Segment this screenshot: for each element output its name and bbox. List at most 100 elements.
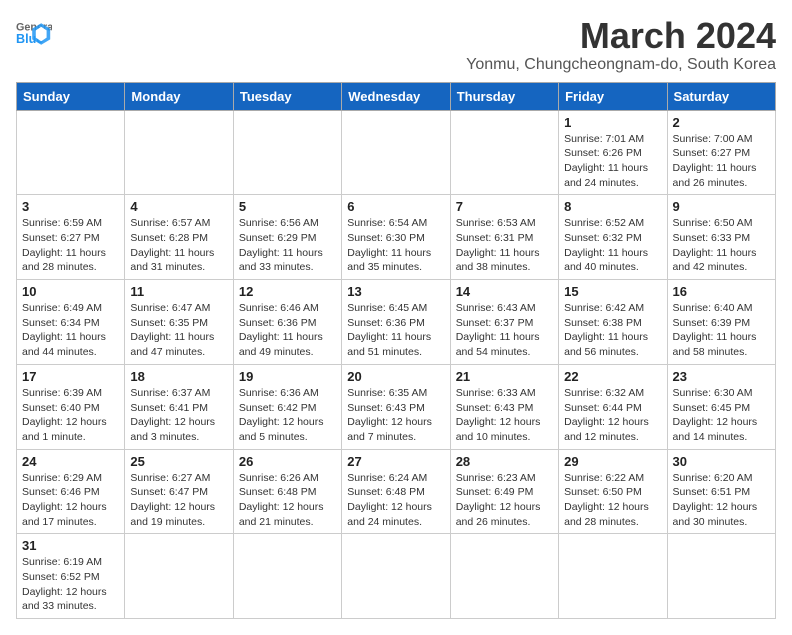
day-info: Sunrise: 6:19 AM Sunset: 6:52 PM Dayligh… [22, 555, 119, 614]
day-info: Sunrise: 7:01 AM Sunset: 6:26 PM Dayligh… [564, 132, 661, 191]
calendar-cell: 12Sunrise: 6:46 AM Sunset: 6:36 PM Dayli… [233, 280, 341, 365]
calendar-cell: 27 Sunrise: 6:24 AM Sunset: 6:48 PM Dayli… [342, 449, 450, 534]
day-number: 11 [130, 284, 227, 299]
calendar-cell: 1 Sunrise: 7:01 AM Sunset: 6:26 PM Daylig… [559, 110, 667, 195]
calendar-cell: 31Sunrise: 6:19 AM Sunset: 6:52 PM Dayli… [17, 534, 125, 619]
calendar-cell: 21Sunrise: 6:33 AM Sunset: 6:43 PM Dayli… [450, 364, 558, 449]
calendar-cell [342, 534, 450, 619]
calendar-cell: 16 Sunrise: 6:40 AM Sunset: 6:39 PM Dayli… [667, 280, 775, 365]
day-info: Sunrise: 6:24 AM Sunset: 6:48 PM Dayligh… [347, 471, 444, 530]
day-number: 19 [239, 369, 336, 384]
calendar-cell: 20 Sunrise: 6:35 AM Sunset: 6:43 PM Dayli… [342, 364, 450, 449]
calendar-cell: 29Sunrise: 6:22 AM Sunset: 6:50 PM Dayli… [559, 449, 667, 534]
day-info: Sunrise: 6:50 AM Sunset: 6:33 PM Dayligh… [673, 216, 770, 275]
weekday-header-tuesday: Tuesday [233, 82, 341, 110]
weekday-header-monday: Monday [125, 82, 233, 110]
generalblue-logo-icon: General Blue [16, 16, 52, 52]
calendar-cell [667, 534, 775, 619]
calendar-cell: 14 Sunrise: 6:43 AM Sunset: 6:37 PM Dayli… [450, 280, 558, 365]
day-number: 5 [239, 199, 336, 214]
calendar-cell: 7 Sunrise: 6:53 AM Sunset: 6:31 PM Daylig… [450, 195, 558, 280]
day-number: 4 [130, 199, 227, 214]
day-number: 6 [347, 199, 444, 214]
day-info: Sunrise: 6:43 AM Sunset: 6:37 PM Dayligh… [456, 301, 553, 360]
calendar-cell: 4 Sunrise: 6:57 AM Sunset: 6:28 PM Daylig… [125, 195, 233, 280]
day-info: Sunrise: 6:30 AM Sunset: 6:45 PM Dayligh… [673, 386, 770, 445]
calendar-cell [125, 534, 233, 619]
calendar-cell: 18 Sunrise: 6:37 AM Sunset: 6:41 PM Dayli… [125, 364, 233, 449]
calendar-cell: 13 Sunrise: 6:45 AM Sunset: 6:36 PM Dayli… [342, 280, 450, 365]
week-row-1: 1 Sunrise: 7:01 AM Sunset: 6:26 PM Daylig… [17, 110, 776, 195]
title-area: March 2024 Yonmu, Chungcheongnam-do, Sou… [466, 16, 776, 74]
weekday-header-sunday: Sunday [17, 82, 125, 110]
week-row-2: 3Sunrise: 6:59 AM Sunset: 6:27 PM Daylig… [17, 195, 776, 280]
day-info: Sunrise: 6:53 AM Sunset: 6:31 PM Dayligh… [456, 216, 553, 275]
weekday-header-row: SundayMondayTuesdayWednesdayThursdayFrid… [17, 82, 776, 110]
calendar-table: SundayMondayTuesdayWednesdayThursdayFrid… [16, 82, 776, 620]
day-number: 26 [239, 454, 336, 469]
day-info: Sunrise: 6:47 AM Sunset: 6:35 PM Dayligh… [130, 301, 227, 360]
day-info: Sunrise: 6:20 AM Sunset: 6:51 PM Dayligh… [673, 471, 770, 530]
calendar-cell [233, 110, 341, 195]
calendar-cell: 26 Sunrise: 6:26 AM Sunset: 6:48 PM Dayli… [233, 449, 341, 534]
day-number: 18 [130, 369, 227, 384]
day-info: Sunrise: 6:49 AM Sunset: 6:34 PM Dayligh… [22, 301, 119, 360]
calendar-header: General Blue March 2024 Yonmu, Chungcheo… [16, 16, 776, 74]
day-info: Sunrise: 6:26 AM Sunset: 6:48 PM Dayligh… [239, 471, 336, 530]
calendar-cell: 10Sunrise: 6:49 AM Sunset: 6:34 PM Dayli… [17, 280, 125, 365]
day-number: 14 [456, 284, 553, 299]
day-number: 23 [673, 369, 770, 384]
day-number: 16 [673, 284, 770, 299]
logo: General Blue [16, 16, 52, 52]
day-number: 8 [564, 199, 661, 214]
day-info: Sunrise: 6:40 AM Sunset: 6:39 PM Dayligh… [673, 301, 770, 360]
calendar-cell [125, 110, 233, 195]
day-info: Sunrise: 6:35 AM Sunset: 6:43 PM Dayligh… [347, 386, 444, 445]
calendar-cell: 5 Sunrise: 6:56 AM Sunset: 6:29 PM Daylig… [233, 195, 341, 280]
day-info: Sunrise: 6:23 AM Sunset: 6:49 PM Dayligh… [456, 471, 553, 530]
day-info: Sunrise: 6:22 AM Sunset: 6:50 PM Dayligh… [564, 471, 661, 530]
day-number: 13 [347, 284, 444, 299]
calendar-cell: 8Sunrise: 6:52 AM Sunset: 6:32 PM Daylig… [559, 195, 667, 280]
day-number: 20 [347, 369, 444, 384]
day-info: Sunrise: 6:37 AM Sunset: 6:41 PM Dayligh… [130, 386, 227, 445]
day-number: 21 [456, 369, 553, 384]
day-number: 24 [22, 454, 119, 469]
day-number: 2 [673, 115, 770, 130]
calendar-cell: 30 Sunrise: 6:20 AM Sunset: 6:51 PM Dayli… [667, 449, 775, 534]
calendar-cell: 3Sunrise: 6:59 AM Sunset: 6:27 PM Daylig… [17, 195, 125, 280]
calendar-cell: 2 Sunrise: 7:00 AM Sunset: 6:27 PM Daylig… [667, 110, 775, 195]
calendar-cell [450, 110, 558, 195]
calendar-cell [450, 534, 558, 619]
day-info: Sunrise: 6:29 AM Sunset: 6:46 PM Dayligh… [22, 471, 119, 530]
day-number: 1 [564, 115, 661, 130]
day-number: 17 [22, 369, 119, 384]
week-row-4: 17 Sunrise: 6:39 AM Sunset: 6:40 PM Dayli… [17, 364, 776, 449]
day-number: 27 [347, 454, 444, 469]
day-info: Sunrise: 6:36 AM Sunset: 6:42 PM Dayligh… [239, 386, 336, 445]
week-row-6: 31Sunrise: 6:19 AM Sunset: 6:52 PM Dayli… [17, 534, 776, 619]
calendar-cell: 28 Sunrise: 6:23 AM Sunset: 6:49 PM Dayli… [450, 449, 558, 534]
weekday-header-thursday: Thursday [450, 82, 558, 110]
day-info: Sunrise: 6:54 AM Sunset: 6:30 PM Dayligh… [347, 216, 444, 275]
day-number: 22 [564, 369, 661, 384]
day-info: Sunrise: 6:42 AM Sunset: 6:38 PM Dayligh… [564, 301, 661, 360]
calendar-cell: 17 Sunrise: 6:39 AM Sunset: 6:40 PM Dayli… [17, 364, 125, 449]
day-info: Sunrise: 7:00 AM Sunset: 6:27 PM Dayligh… [673, 132, 770, 191]
week-row-5: 24 Sunrise: 6:29 AM Sunset: 6:46 PM Dayli… [17, 449, 776, 534]
day-number: 28 [456, 454, 553, 469]
day-number: 7 [456, 199, 553, 214]
day-info: Sunrise: 6:27 AM Sunset: 6:47 PM Dayligh… [130, 471, 227, 530]
calendar-cell: 25 Sunrise: 6:27 AM Sunset: 6:47 PM Dayli… [125, 449, 233, 534]
day-info: Sunrise: 6:39 AM Sunset: 6:40 PM Dayligh… [22, 386, 119, 445]
calendar-cell: 19 Sunrise: 6:36 AM Sunset: 6:42 PM Dayli… [233, 364, 341, 449]
day-info: Sunrise: 6:45 AM Sunset: 6:36 PM Dayligh… [347, 301, 444, 360]
day-number: 30 [673, 454, 770, 469]
day-info: Sunrise: 6:56 AM Sunset: 6:29 PM Dayligh… [239, 216, 336, 275]
weekday-header-saturday: Saturday [667, 82, 775, 110]
week-row-3: 10Sunrise: 6:49 AM Sunset: 6:34 PM Dayli… [17, 280, 776, 365]
day-number: 3 [22, 199, 119, 214]
day-info: Sunrise: 6:57 AM Sunset: 6:28 PM Dayligh… [130, 216, 227, 275]
calendar-title: March 2024 [466, 16, 776, 56]
day-number: 25 [130, 454, 227, 469]
